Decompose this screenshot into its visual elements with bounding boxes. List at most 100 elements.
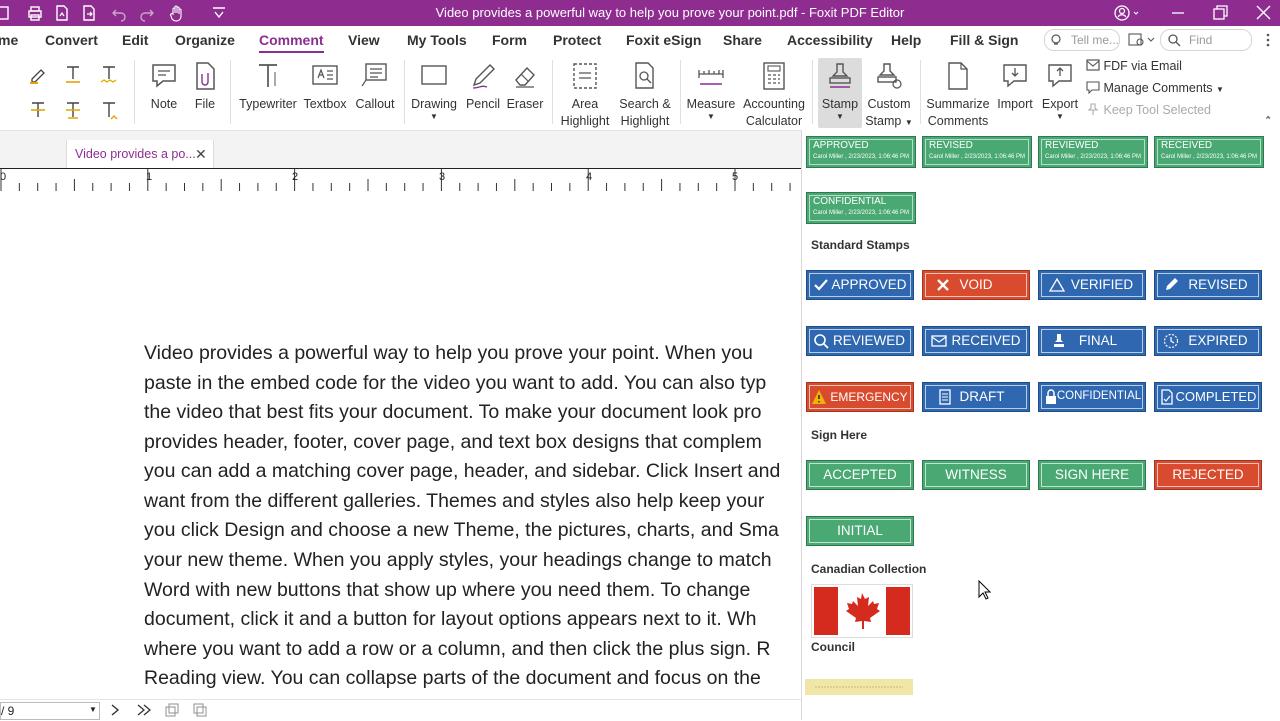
dynamic-stamp-revised[interactable]: REVISED Carol Miller , 2/23/2023, 1:06:46…	[922, 136, 1032, 168]
highlight-icon[interactable]	[27, 63, 49, 85]
stamp-sign-here[interactable]: SIGN HERE	[1038, 460, 1146, 490]
status-bar: / 9 ▼	[0, 699, 802, 721]
stamp-rejected[interactable]: REJECTED	[1154, 460, 1262, 490]
stamp-button[interactable]: Stamp ▼	[818, 58, 862, 128]
stamp-final[interactable]: FINAL	[1038, 326, 1146, 356]
stamp-received[interactable]: RECEIVED	[922, 326, 1030, 356]
stamp-witness[interactable]: WITNESS	[922, 460, 1030, 490]
search-highlight-label-2: Highlight	[620, 114, 670, 128]
two-page-icon[interactable]	[192, 703, 208, 717]
menu-comment[interactable]: Comment	[259, 32, 324, 53]
menu-edit[interactable]: Edit	[122, 32, 148, 48]
stamp-initial[interactable]: INITIAL	[806, 516, 914, 546]
textbox-icon	[310, 60, 340, 92]
file-attachment-button[interactable]: File	[188, 58, 222, 113]
single-page-icon[interactable]	[164, 703, 180, 717]
strikeout-text-icon[interactable]	[27, 99, 49, 121]
stamp-label: CONFIDENTIAL	[1056, 390, 1142, 402]
page-number-input[interactable]: / 9 ▼	[0, 702, 100, 720]
ruler-label: 5	[732, 171, 738, 183]
menu-home[interactable]: me	[0, 32, 18, 48]
stamp-council[interactable]	[805, 679, 913, 695]
import-button[interactable]: Import	[994, 58, 1036, 113]
document-page[interactable]: Video provides a powerful way to help yo…	[0, 191, 802, 699]
stamp-reviewed[interactable]: REVIEWED	[806, 326, 914, 356]
stamp-label: DRAFT	[959, 389, 1005, 404]
callout-icon	[360, 60, 390, 92]
stamp-revised[interactable]: REVISED	[1154, 270, 1262, 300]
close-icon[interactable]	[1248, 2, 1278, 24]
menu-protect[interactable]: Protect	[553, 32, 601, 48]
stamp-approved[interactable]: APPROVED	[806, 270, 914, 300]
next-page-icon[interactable]	[108, 703, 122, 717]
squiggly-text-icon[interactable]	[98, 63, 120, 85]
menu-help[interactable]: Help	[891, 32, 921, 48]
dynamic-stamp-received[interactable]: RECEIVED Carol Miller , 2/23/2023, 1:06:4…	[1154, 136, 1264, 168]
stamp-expired[interactable]: EXPIRED	[1154, 326, 1262, 356]
last-page-icon[interactable]	[136, 703, 152, 717]
fdf-via-email-button[interactable]: FDF via Email	[1086, 58, 1182, 73]
drawing-button[interactable]: Drawing ▼	[410, 58, 458, 121]
document-text-line: where you want to add a row or a column,…	[144, 638, 771, 660]
sign-here-heading: Sign Here	[811, 428, 868, 442]
stamp-completed[interactable]: COMPLETED	[1154, 382, 1262, 412]
custom-stamp-label-2: Stamp ▼	[864, 113, 914, 131]
underline-text-icon[interactable]	[62, 63, 84, 85]
stamp-label: RECEIVED	[951, 333, 1021, 348]
accounting-calculator-button[interactable]: Accounting Calculator	[742, 58, 806, 130]
menu-fill-sign[interactable]: Fill & Sign	[950, 32, 1018, 48]
dynamic-stamp-approved[interactable]: APPROVED Carol Miller , 2/23/2023, 1:06:4…	[806, 136, 916, 168]
stamp-draft[interactable]: DRAFT	[922, 382, 1030, 412]
file-icon	[190, 60, 220, 92]
stamp-void[interactable]: VOID	[922, 270, 1030, 300]
dynamic-stamp-reviewed[interactable]: REVIEWED Carol Miller , 2/23/2023, 1:06:4…	[1038, 136, 1148, 168]
pencil-button[interactable]: Pencil	[464, 58, 502, 113]
eraser-button[interactable]: Eraser	[506, 58, 544, 113]
minimize-icon[interactable]	[1163, 2, 1193, 24]
manage-comments-button[interactable]: Manage Comments ▼	[1086, 80, 1224, 95]
stamp-verified[interactable]: VERIFIED	[1038, 270, 1146, 300]
callout-button[interactable]: Callout	[352, 58, 398, 113]
stamp-accepted[interactable]: ACCEPTED	[806, 460, 914, 490]
insert-text-icon[interactable]	[98, 99, 120, 121]
export-button[interactable]: Export ▼	[1040, 58, 1080, 121]
stamp-canada-flag[interactable]	[811, 584, 913, 638]
document-tab[interactable]: Video provides a po... ✕	[66, 140, 214, 168]
close-tab-icon[interactable]: ✕	[195, 146, 207, 163]
measure-button[interactable]: Measure ▼	[686, 58, 736, 121]
dynamic-stamp-confidential[interactable]: CONFIDENTIAL Carol Miller , 2/23/2023, 1:…	[806, 192, 916, 224]
more-options-icon[interactable]	[1262, 32, 1274, 48]
menu-foxit-esign[interactable]: Foxit eSign	[626, 32, 701, 48]
menu-form[interactable]: Form	[492, 32, 527, 48]
stamp-label: APPROVED	[831, 277, 907, 292]
stamp-confidential[interactable]: CONFIDENTIAL	[1038, 382, 1146, 412]
search-options-icon[interactable]	[1128, 32, 1158, 48]
search-highlight-button[interactable]: Search & Highlight	[616, 58, 674, 130]
menu-share[interactable]: Share	[723, 32, 762, 48]
stamp-emergency[interactable]: EMERGENCY	[806, 382, 914, 412]
area-highlight-button[interactable]: Area Highlight	[558, 58, 612, 130]
custom-stamp-button[interactable]: Custom Stamp ▼	[864, 58, 914, 131]
menu-convert[interactable]: Convert	[45, 32, 98, 48]
note-button[interactable]: Note	[144, 58, 184, 113]
replace-text-icon[interactable]	[62, 99, 84, 121]
title-bar: Video provides a powerful way to help yo…	[0, 0, 1280, 26]
textbox-button[interactable]: Textbox	[302, 58, 348, 113]
summarize-comments-button[interactable]: Summarize Comments	[926, 58, 990, 130]
menu-organize[interactable]: Organize	[175, 32, 235, 48]
email-icon	[1086, 59, 1100, 71]
typewriter-button[interactable]: Typewriter	[238, 58, 298, 113]
tell-me-box[interactable]: Tell me...	[1044, 29, 1120, 51]
keep-tool-label: Keep Tool Selected	[1103, 103, 1211, 117]
panel-scroll-up-icon[interactable]: ⌃	[1264, 115, 1272, 126]
account-icon[interactable]	[1110, 2, 1140, 24]
menu-view[interactable]: View	[348, 32, 380, 48]
menu-accessibility[interactable]: Accessibility	[787, 32, 873, 48]
find-input[interactable]: Find	[1160, 29, 1252, 51]
chevron-down-icon: ▼	[430, 112, 438, 121]
restore-icon[interactable]	[1205, 2, 1235, 24]
find-placeholder: Find	[1189, 33, 1213, 47]
standard-stamps-heading: Standard Stamps	[811, 238, 910, 252]
keep-tool-selected-button[interactable]: Keep Tool Selected	[1086, 102, 1211, 117]
menu-my-tools[interactable]: My Tools	[407, 32, 467, 48]
